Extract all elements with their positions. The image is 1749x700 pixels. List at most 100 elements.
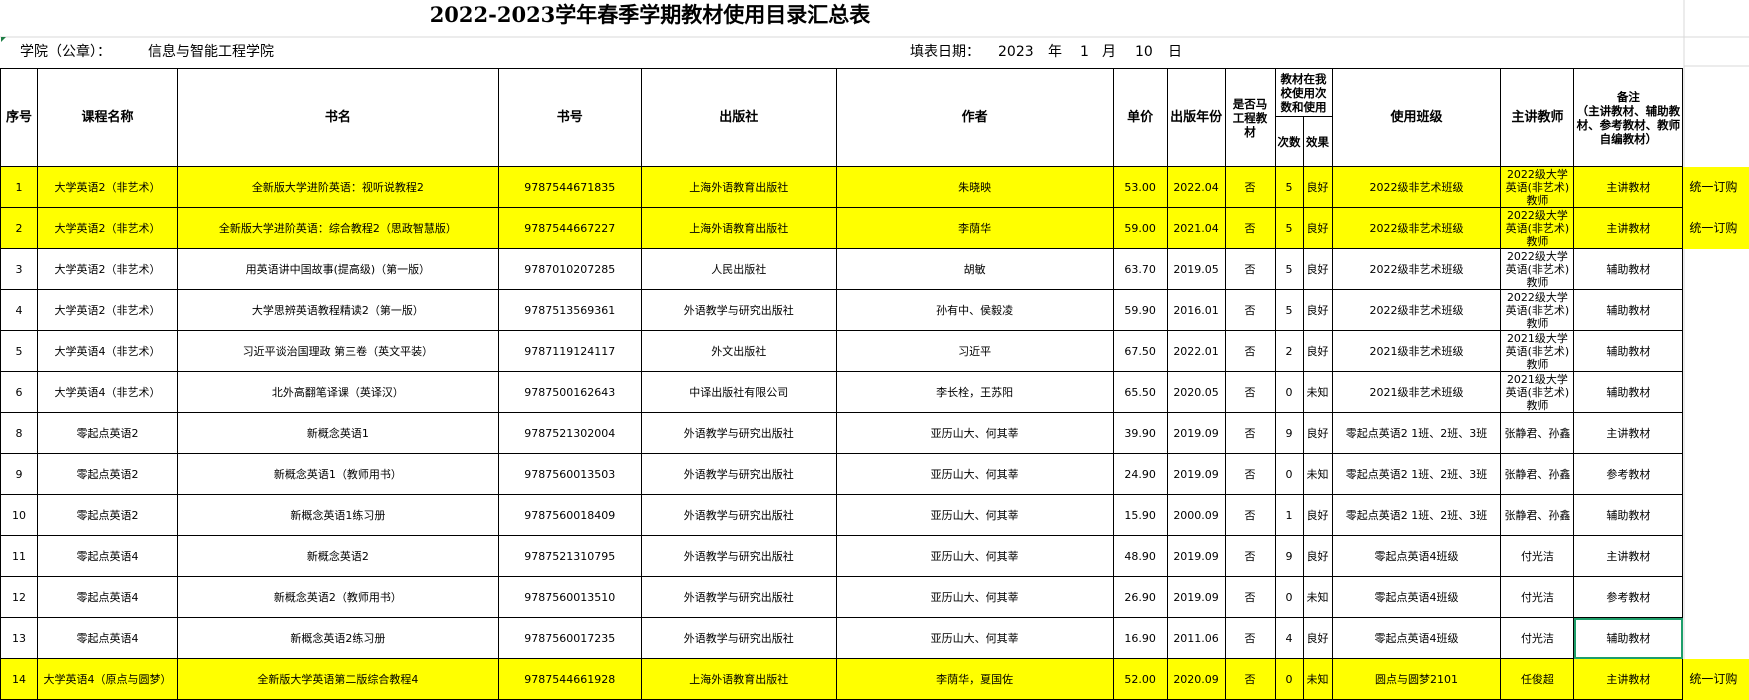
cell-classes[interactable]: 圆点与圆梦2101 <box>1332 659 1501 700</box>
cell-price[interactable]: 15.90 <box>1113 495 1167 536</box>
cell-remark[interactable]: 辅助教材 <box>1574 495 1683 536</box>
cell-publisher[interactable]: 上海外语教育出版社 <box>641 167 836 208</box>
cell-publisher[interactable]: 上海外语教育出版社 <box>641 659 836 700</box>
cell-author[interactable]: 李长栓，王苏阳 <box>836 372 1113 413</box>
cell-effect[interactable]: 良好 <box>1303 290 1332 331</box>
header-publisher[interactable]: 出版社 <box>641 69 836 167</box>
cell-price[interactable]: 67.50 <box>1113 331 1167 372</box>
cell-remark[interactable]: 主讲教材 <box>1574 659 1683 700</box>
cell-book[interactable]: 新概念英语1练习册 <box>177 495 498 536</box>
cell-remark[interactable]: 主讲教材 <box>1574 208 1683 249</box>
cell-isbn[interactable]: 9787544671835 <box>498 167 641 208</box>
cell-price[interactable]: 59.00 <box>1113 208 1167 249</box>
header-marx[interactable]: 是否马工程教材 <box>1225 69 1275 167</box>
cell-course[interactable]: 零起点英语2 <box>37 495 177 536</box>
cell-remark[interactable]: 辅助教材 <box>1574 372 1683 413</box>
cell-extra[interactable] <box>1683 290 1749 331</box>
cell-course[interactable]: 大学英语2（非艺术） <box>37 208 177 249</box>
cell-times[interactable]: 9 <box>1275 413 1303 454</box>
cell-course[interactable]: 大学英语4（非艺术） <box>37 372 177 413</box>
cell-extra[interactable] <box>1683 372 1749 413</box>
cell-publisher[interactable]: 外语教学与研究出版社 <box>641 536 836 577</box>
cell-no[interactable]: 9 <box>1 454 38 495</box>
cell-publisher[interactable]: 外语教学与研究出版社 <box>641 495 836 536</box>
cell-teacher[interactable]: 2022级大学英语(非艺术)教师 <box>1501 249 1574 290</box>
cell-classes[interactable]: 2021级非艺术班级 <box>1332 331 1501 372</box>
cell-times[interactable]: 0 <box>1275 372 1303 413</box>
cell-marx[interactable]: 否 <box>1225 331 1275 372</box>
cell-publisher[interactable]: 中译出版社有限公司 <box>641 372 836 413</box>
cell-extra[interactable]: 统一订购 <box>1683 208 1749 249</box>
cell-isbn[interactable]: 9787010207285 <box>498 249 641 290</box>
cell-price[interactable]: 65.50 <box>1113 372 1167 413</box>
cell-author[interactable]: 亚历山大、何其莘 <box>836 536 1113 577</box>
cell-remark[interactable]: 辅助教材 <box>1574 331 1683 372</box>
header-remark[interactable]: 备注 （主讲教材、辅助教材、参考教材、教师自编教材） <box>1574 69 1683 167</box>
cell-year[interactable]: 2022.01 <box>1167 331 1225 372</box>
cell-marx[interactable]: 否 <box>1225 659 1275 700</box>
cell-price[interactable]: 53.00 <box>1113 167 1167 208</box>
cell-effect[interactable]: 良好 <box>1303 167 1332 208</box>
cell-times[interactable]: 5 <box>1275 167 1303 208</box>
cell-classes[interactable]: 零起点英语4班级 <box>1332 577 1501 618</box>
cell-teacher[interactable]: 2021级大学英语(非艺术)教师 <box>1501 372 1574 413</box>
cell-author[interactable]: 亚历山大、何其莘 <box>836 577 1113 618</box>
cell-author[interactable]: 孙有中、侯毅凌 <box>836 290 1113 331</box>
cell-publisher[interactable]: 外语教学与研究出版社 <box>641 290 836 331</box>
cell-author[interactable]: 亚历山大、何其莘 <box>836 495 1113 536</box>
cell-effect[interactable]: 良好 <box>1303 495 1332 536</box>
header-times[interactable]: 次数 <box>1275 117 1303 167</box>
cell-book[interactable]: 新概念英语2（教师用书） <box>177 577 498 618</box>
cell-price[interactable]: 39.90 <box>1113 413 1167 454</box>
cell-extra[interactable] <box>1683 618 1749 659</box>
cell-isbn[interactable]: 9787119124117 <box>498 331 641 372</box>
cell-classes[interactable]: 零起点英语4班级 <box>1332 618 1501 659</box>
cell-classes[interactable]: 2021级非艺术班级 <box>1332 372 1501 413</box>
cell-remark[interactable]: 辅助教材 <box>1574 618 1683 659</box>
cell-isbn[interactable]: 9787560013510 <box>498 577 641 618</box>
cell-effect[interactable]: 良好 <box>1303 618 1332 659</box>
cell-classes[interactable]: 2022级非艺术班级 <box>1332 167 1501 208</box>
cell-year[interactable]: 2019.09 <box>1167 454 1225 495</box>
cell-extra[interactable] <box>1683 495 1749 536</box>
cell-book[interactable]: 全新版大学英语第二版综合教程4 <box>177 659 498 700</box>
cell-times[interactable]: 5 <box>1275 290 1303 331</box>
cell-isbn[interactable]: 9787513569361 <box>498 290 641 331</box>
cell-classes[interactable]: 零起点英语2 1班、2班、3班 <box>1332 454 1501 495</box>
cell-times[interactable]: 5 <box>1275 208 1303 249</box>
cell-course[interactable]: 零起点英语2 <box>37 413 177 454</box>
cell-book[interactable]: 用英语讲中国故事(提高级)（第一版） <box>177 249 498 290</box>
cell-marx[interactable]: 否 <box>1225 536 1275 577</box>
cell-publisher[interactable]: 外语教学与研究出版社 <box>641 577 836 618</box>
cell-publisher[interactable]: 外文出版社 <box>641 331 836 372</box>
cell-book[interactable]: 北外高翻笔译课（英译汉） <box>177 372 498 413</box>
cell-course[interactable]: 零起点英语4 <box>37 536 177 577</box>
cell-course[interactable]: 大学英语2（非艺术） <box>37 249 177 290</box>
cell-classes[interactable]: 零起点英语2 1班、2班、3班 <box>1332 413 1501 454</box>
cell-effect[interactable]: 良好 <box>1303 536 1332 577</box>
cell-remark[interactable]: 主讲教材 <box>1574 413 1683 454</box>
cell-isbn[interactable]: 9787500162643 <box>498 372 641 413</box>
cell-marx[interactable]: 否 <box>1225 495 1275 536</box>
cell-extra[interactable]: 统一订购 <box>1683 167 1749 208</box>
cell-teacher[interactable]: 付光洁 <box>1501 577 1574 618</box>
cell-times[interactable]: 5 <box>1275 249 1303 290</box>
cell-extra[interactable] <box>1683 454 1749 495</box>
cell-no[interactable]: 3 <box>1 249 38 290</box>
cell-price[interactable]: 59.90 <box>1113 290 1167 331</box>
cell-course[interactable]: 零起点英语4 <box>37 618 177 659</box>
cell-isbn[interactable]: 9787521302004 <box>498 413 641 454</box>
cell-no[interactable]: 10 <box>1 495 38 536</box>
cell-isbn[interactable]: 9787560013503 <box>498 454 641 495</box>
cell-extra[interactable] <box>1683 536 1749 577</box>
cell-course[interactable]: 大学英语2（非艺术） <box>37 167 177 208</box>
header-author[interactable]: 作者 <box>836 69 1113 167</box>
cell-remark[interactable]: 主讲教材 <box>1574 167 1683 208</box>
cell-author[interactable]: 胡敏 <box>836 249 1113 290</box>
header-classes[interactable]: 使用班级 <box>1332 69 1501 167</box>
cell-teacher[interactable]: 张静君、孙鑫 <box>1501 454 1574 495</box>
cell-no[interactable]: 6 <box>1 372 38 413</box>
cell-marx[interactable]: 否 <box>1225 454 1275 495</box>
cell-marx[interactable]: 否 <box>1225 208 1275 249</box>
cell-price[interactable]: 16.90 <box>1113 618 1167 659</box>
